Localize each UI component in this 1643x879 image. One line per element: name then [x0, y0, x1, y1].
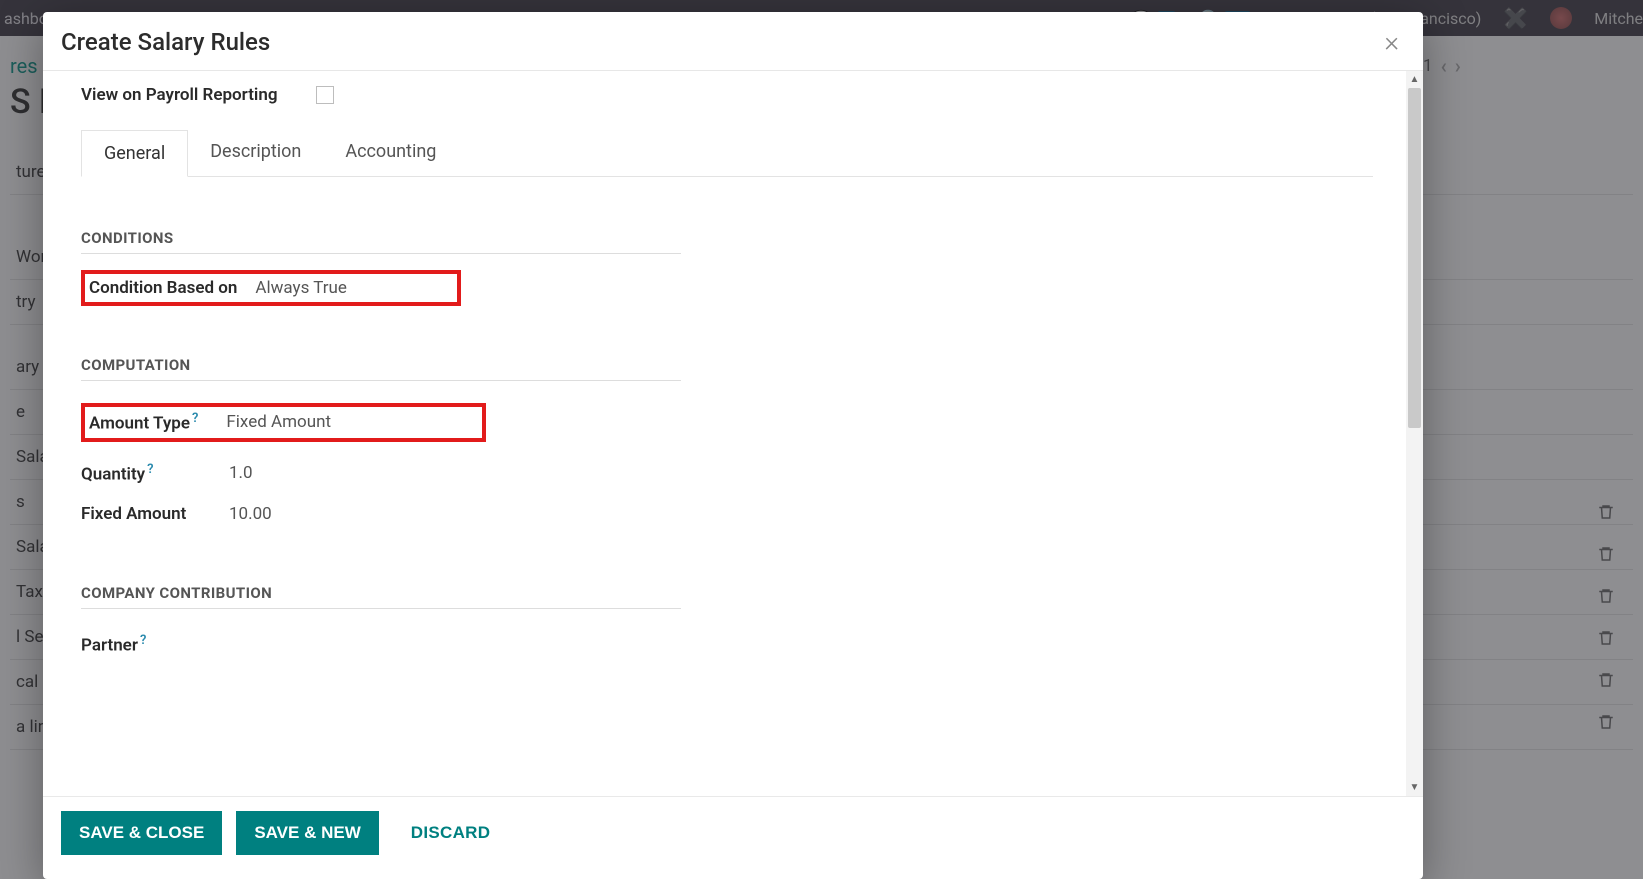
create-salary-rules-modal: Create Salary Rules × View on Payroll Re…: [43, 12, 1423, 879]
modal-footer: SAVE & CLOSE SAVE & NEW DISCARD: [43, 796, 1423, 879]
section-computation: Computation: [81, 356, 681, 374]
divider: [81, 253, 681, 254]
save-close-button[interactable]: SAVE & CLOSE: [61, 811, 222, 855]
amount-type-row: Amount Type? Fixed Amount: [81, 403, 486, 442]
modal-header: Create Salary Rules ×: [43, 12, 1423, 71]
quantity-row: Quantity? 1.0: [81, 452, 681, 495]
modal-body: View on Payroll Reporting General Descri…: [43, 71, 1423, 796]
tab-accounting[interactable]: Accounting: [323, 129, 458, 176]
fixed-amount-label: Fixed Amount: [81, 504, 229, 524]
view-on-payroll-reporting-row: View on Payroll Reporting: [81, 79, 1423, 111]
scrollbar[interactable]: ▲ ▼: [1406, 71, 1423, 796]
help-icon[interactable]: ?: [147, 462, 153, 477]
discard-button[interactable]: DISCARD: [393, 811, 509, 855]
form-left-column: Conditions Condition Based on Always Tru…: [81, 229, 681, 666]
condition-based-on-label: Condition Based on: [89, 278, 255, 298]
scroll-down-icon[interactable]: ▼: [1406, 779, 1423, 796]
partner-label: Partner?: [81, 633, 229, 656]
divider: [81, 380, 681, 381]
condition-based-on-value[interactable]: Always True: [255, 278, 347, 298]
close-icon[interactable]: ×: [1384, 28, 1399, 56]
help-icon[interactable]: ?: [192, 411, 198, 426]
section-conditions: Conditions: [81, 229, 681, 247]
tabs: General Description Accounting: [81, 129, 1373, 177]
quantity-label: Quantity?: [81, 462, 229, 485]
help-icon[interactable]: ?: [140, 633, 146, 648]
view-on-payroll-reporting-checkbox[interactable]: [316, 86, 334, 104]
tab-description[interactable]: Description: [188, 129, 323, 176]
view-on-payroll-reporting-label: View on Payroll Reporting: [81, 85, 316, 105]
fixed-amount-row: Fixed Amount 10.00: [81, 494, 681, 534]
section-company-contribution: Company Contribution: [81, 584, 681, 602]
amount-type-label: Amount Type?: [89, 411, 216, 434]
scroll-up-icon[interactable]: ▲: [1406, 71, 1423, 88]
modal-title: Create Salary Rules: [61, 28, 270, 56]
quantity-value[interactable]: 1.0: [229, 463, 253, 483]
partner-row: Partner?: [81, 623, 681, 666]
amount-type-value[interactable]: Fixed Amount: [226, 412, 331, 432]
save-new-button[interactable]: SAVE & NEW: [236, 811, 378, 855]
fixed-amount-value[interactable]: 10.00: [229, 504, 272, 524]
divider: [81, 608, 681, 609]
tab-general[interactable]: General: [81, 130, 188, 177]
condition-based-on-row: Condition Based on Always True: [81, 270, 461, 306]
scroll-thumb[interactable]: [1408, 88, 1421, 428]
